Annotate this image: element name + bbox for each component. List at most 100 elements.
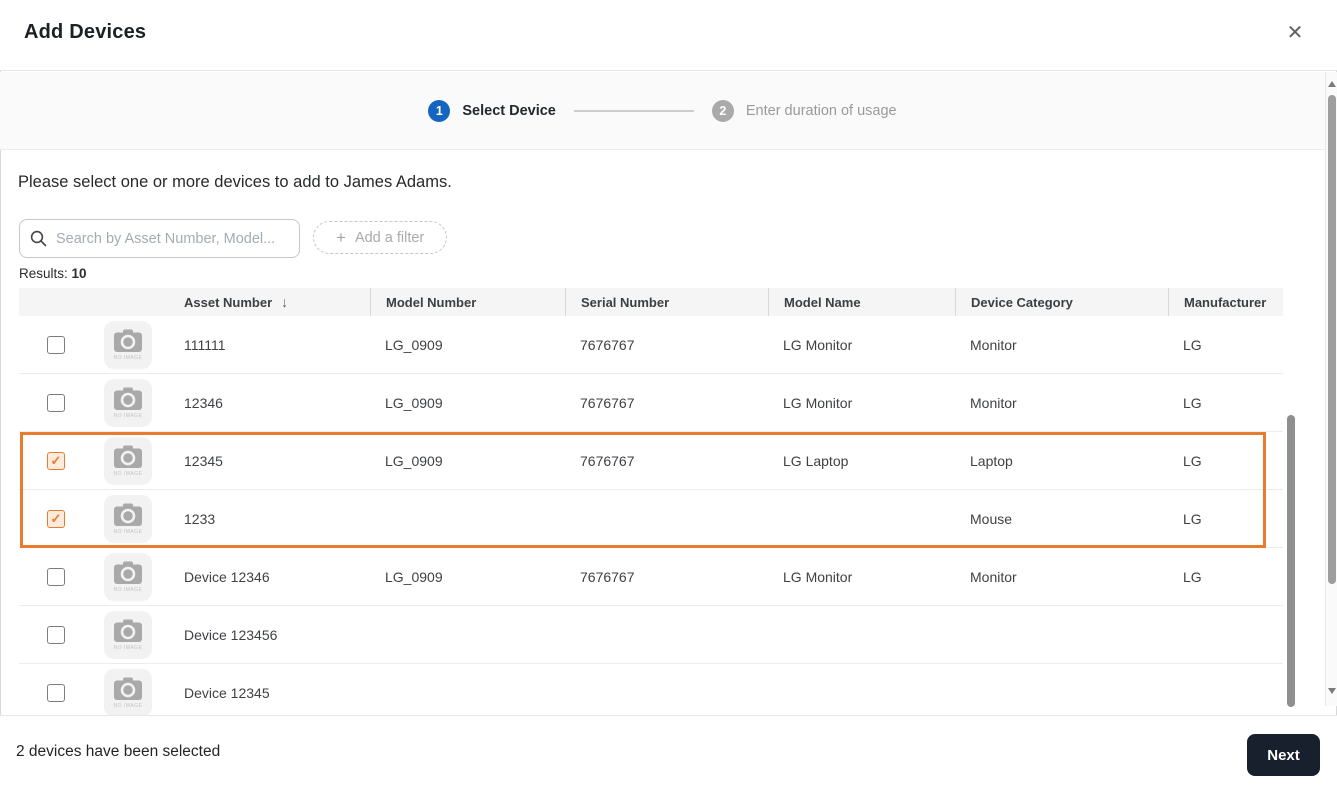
cell-device-category: Mouse — [970, 510, 1013, 527]
column-header-model-name[interactable]: Model Name — [768, 288, 955, 316]
search-input[interactable] — [56, 230, 289, 247]
column-header-device-category[interactable]: Device Category — [955, 288, 1168, 316]
device-image-cell: NO IMAGE — [79, 610, 174, 659]
step-select-device: 1 Select Device — [428, 99, 556, 122]
cell-manufacturer: LG — [1183, 568, 1202, 585]
checkbox-cell: ✓ — [19, 451, 79, 470]
camera-icon — [114, 677, 142, 700]
cell-model-name: LG Monitor — [783, 336, 853, 353]
column-header-serial-number[interactable]: Serial Number — [565, 288, 768, 316]
selection-summary: 2 devices have been selected — [16, 743, 221, 760]
cell-model-number: LG_0909 — [385, 394, 443, 411]
row-checkbox[interactable] — [47, 393, 65, 412]
row-checkbox-checked[interactable]: ✓ — [47, 509, 65, 528]
step-1-circle: 1 — [428, 99, 451, 122]
stepper-connector — [573, 109, 694, 112]
cell-asset-number: Device 12346 — [184, 568, 270, 585]
column-header-label: Model Name — [784, 294, 861, 310]
camera-icon — [114, 387, 142, 410]
device-image-cell: NO IMAGE — [79, 668, 174, 715]
table-row[interactable]: NO IMAGE Device 123456 — [19, 606, 1283, 664]
table-scrollbar-thumb[interactable] — [1287, 415, 1295, 707]
no-image-label: NO IMAGE — [113, 586, 143, 593]
next-button[interactable]: Next — [1247, 734, 1320, 776]
no-image-placeholder: NO IMAGE — [104, 668, 152, 715]
table-row[interactable]: NO IMAGE 111111 LG_0909 7676767 LG Monitor Mo… — [19, 316, 1283, 374]
device-image-cell: NO IMAGE — [79, 320, 174, 369]
modal-scrollbar-thumb[interactable] — [1328, 95, 1336, 584]
table-row[interactable]: NO IMAGE 12346 LG_0909 7676767 LG Monitor Mon… — [19, 374, 1283, 432]
search-icon — [30, 230, 47, 247]
add-filter-button[interactable]: + Add a filter — [313, 221, 448, 254]
camera-icon — [114, 445, 142, 468]
results-count: Results: 10 — [19, 266, 87, 281]
modal-scrollbar[interactable] — [1325, 72, 1337, 706]
scroll-down-arrow-icon[interactable] — [1328, 688, 1336, 694]
column-header-label: Model Number — [386, 294, 477, 310]
no-image-label: NO IMAGE — [113, 354, 143, 361]
modal-header: Add Devices ✕ — [0, 0, 1337, 71]
cell-model-number: LG_0909 — [385, 336, 443, 353]
cell-model-number: LG_0909 — [385, 568, 443, 585]
checkbox-cell: ✓ — [19, 509, 79, 528]
no-image-label: NO IMAGE — [113, 702, 143, 709]
plus-icon: + — [336, 227, 346, 247]
table-row[interactable]: NO IMAGE Device 12345 — [19, 664, 1283, 715]
no-image-placeholder: NO IMAGE — [104, 378, 152, 427]
row-checkbox[interactable] — [47, 335, 65, 354]
add-devices-modal: Add Devices ✕ 1 Select Device 2 Enter du… — [0, 0, 1337, 792]
cell-device-category: Monitor — [970, 394, 1017, 411]
cell-manufacturer: LG — [1183, 394, 1202, 411]
camera-icon — [114, 561, 142, 584]
add-filter-label: Add a filter — [354, 229, 425, 246]
stepper: 1 Select Device 2 Enter duration of usag… — [0, 72, 1325, 150]
table-row[interactable]: NO IMAGE Device 12346 LG_0909 7676767 LG Mon… — [19, 548, 1283, 606]
column-header-label: Device Category — [971, 294, 1073, 310]
column-header-model-number[interactable]: Model Number — [370, 288, 565, 316]
sort-descending-icon[interactable]: ↓ — [281, 294, 288, 310]
column-header-label: Manufacturer — [1184, 294, 1267, 310]
prompt-text: Please select one or more devices to add… — [18, 173, 452, 191]
scroll-up-arrow-icon[interactable] — [1328, 81, 1336, 87]
no-image-label: NO IMAGE — [113, 470, 143, 477]
row-checkbox[interactable] — [47, 625, 65, 644]
column-header-label: Serial Number — [581, 294, 670, 310]
cell-manufacturer: LG — [1183, 452, 1202, 469]
device-image-cell: NO IMAGE — [79, 378, 174, 427]
modal-footer: 2 devices have been selected Next — [0, 715, 1337, 792]
cell-manufacturer: LG — [1183, 510, 1202, 527]
cell-asset-number: Device 123456 — [184, 626, 278, 643]
device-image-cell: NO IMAGE — [79, 552, 174, 601]
table-row[interactable]: ✓ NO IMAGE 1233 Mouse LG — [19, 490, 1283, 548]
cell-serial-number: 7676767 — [580, 452, 635, 469]
no-image-label: NO IMAGE — [113, 528, 143, 535]
table-row[interactable]: ✓ NO IMAGE 12345 LG_0909 7676767 LG Laptop Lap… — [19, 432, 1283, 490]
column-header-asset-number[interactable]: Asset Number ↓ — [174, 288, 370, 316]
cell-asset-number: 111111 — [184, 336, 226, 353]
no-image-placeholder: NO IMAGE — [104, 320, 152, 369]
no-image-placeholder: NO IMAGE — [104, 494, 152, 543]
row-checkbox-checked[interactable]: ✓ — [47, 451, 65, 470]
column-header-manufacturer[interactable]: Manufacturer — [1168, 288, 1283, 316]
cell-asset-number: 1233 — [184, 510, 216, 527]
no-image-placeholder: NO IMAGE — [104, 552, 152, 601]
device-image-cell: NO IMAGE — [79, 436, 174, 485]
step-2-label: Enter duration of usage — [745, 102, 897, 119]
cell-asset-number: Device 12345 — [184, 684, 270, 701]
camera-icon — [114, 619, 142, 642]
column-header-spacer — [19, 288, 79, 316]
close-icon[interactable]: ✕ — [1283, 21, 1307, 45]
cell-device-category: Monitor — [970, 568, 1017, 585]
no-image-label: NO IMAGE — [113, 644, 143, 651]
cell-serial-number: 7676767 — [580, 394, 635, 411]
cell-serial-number: 7676767 — [580, 568, 635, 585]
device-image-cell: NO IMAGE — [79, 494, 174, 543]
cell-asset-number: 12345 — [184, 452, 223, 469]
table-header-row: Asset Number ↓ Model Number Serial Number Mo… — [19, 288, 1283, 316]
step-2-circle: 2 — [711, 99, 734, 122]
step-enter-duration: 2 Enter duration of usage — [711, 99, 897, 122]
cell-asset-number: 12346 — [184, 394, 223, 411]
row-checkbox[interactable] — [47, 683, 65, 702]
camera-icon — [114, 329, 142, 352]
row-checkbox[interactable] — [47, 567, 65, 586]
